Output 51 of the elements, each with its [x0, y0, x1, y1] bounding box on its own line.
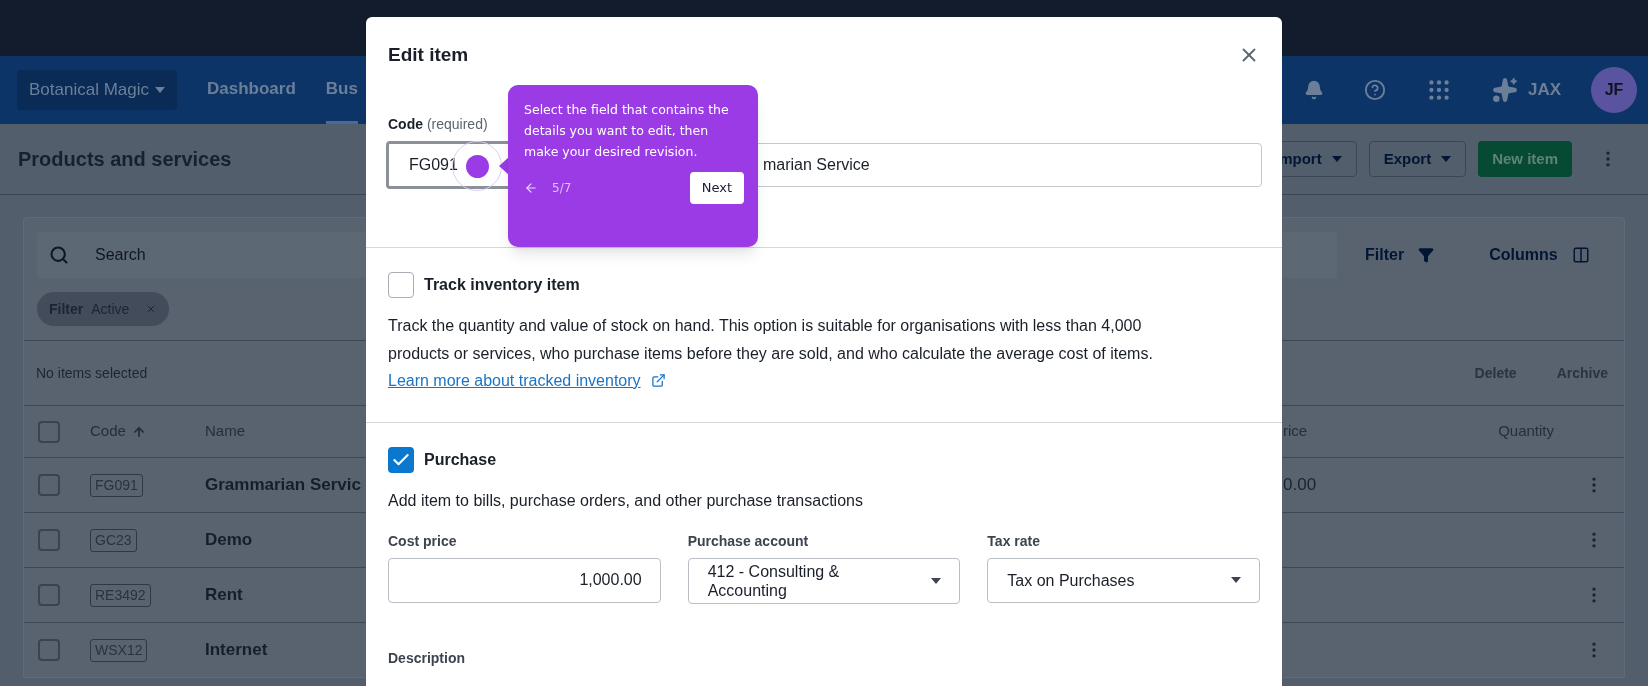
caret-icon	[1231, 577, 1241, 583]
columns-icon	[1571, 246, 1590, 264]
nav-tab[interactable]: Bus	[325, 56, 358, 124]
description-label: Description	[388, 648, 466, 668]
org-switcher[interactable]: Botanical Magic	[17, 70, 177, 110]
selection-status: No items selected	[36, 363, 148, 383]
avatar[interactable]: JF	[1591, 67, 1637, 113]
caret-icon	[155, 87, 165, 93]
checkbox[interactable]	[38, 639, 60, 661]
help-icon[interactable]	[1363, 79, 1386, 101]
search-icon	[49, 245, 69, 265]
filter-icon	[1418, 247, 1435, 263]
menu-button[interactable]: Export	[1368, 141, 1467, 177]
checkbox[interactable]	[38, 474, 60, 496]
purchase-label: Purchase	[424, 449, 497, 470]
external-link-icon	[650, 373, 666, 388]
checkbox[interactable]	[38, 529, 60, 551]
checkbox[interactable]	[38, 420, 60, 443]
caret-icon	[1441, 156, 1452, 162]
item-name: Grammarian Servic	[205, 474, 361, 497]
sparkle-icon[interactable]	[1491, 77, 1518, 103]
price-cell-text: 0.00	[1283, 474, 1317, 497]
page-title: Products and services	[18, 147, 232, 172]
field-label: Cost price	[388, 531, 458, 551]
select-field[interactable]: 412 - Consulting & Accounting	[687, 557, 961, 604]
field-label: Purchase account	[687, 531, 810, 551]
checkbox[interactable]	[38, 584, 60, 606]
track-inventory-description: Track the quantity and value of stock on hand. This option is suitable for organisations with less than 4,000 products or services, who purchase items before they are sold, and who calculate the average cost of items.	[388, 315, 1154, 364]
track-inventory-label: Track inventory item	[424, 274, 580, 295]
bell-icon[interactable]	[1303, 80, 1324, 100]
select-field[interactable]: Tax on Purchases	[987, 557, 1260, 603]
caret-icon	[1331, 156, 1342, 162]
filter-button[interactable]: Filter	[1365, 243, 1435, 267]
checkbox[interactable]	[388, 271, 414, 298]
next-button[interactable]: Next	[689, 172, 744, 204]
item-name: Demo	[205, 529, 253, 552]
checkbox[interactable]	[388, 446, 414, 473]
learn-more-link[interactable]: Learn more about tracked inventory	[388, 367, 666, 394]
new-item-button[interactable]: New item	[1478, 141, 1572, 177]
item-name: Internet	[205, 639, 268, 662]
dialog-title: Edit item	[388, 43, 469, 67]
back-icon[interactable]	[524, 181, 538, 195]
item-name: Rent	[205, 584, 243, 607]
assistant-label[interactable]: JAX	[1527, 77, 1561, 103]
columns-button[interactable]: Columns	[1489, 243, 1590, 267]
caret-icon	[931, 577, 942, 584]
code-label: Code (required)	[388, 114, 488, 134]
purchase-description: Add item to bills, purchase orders, and other purchase transactions	[388, 490, 864, 511]
nav-tab[interactable]: Dashboard	[207, 56, 296, 124]
field-label: Tax rate	[987, 531, 1041, 551]
cost-price-field[interactable]: 1,000.00	[388, 557, 661, 603]
